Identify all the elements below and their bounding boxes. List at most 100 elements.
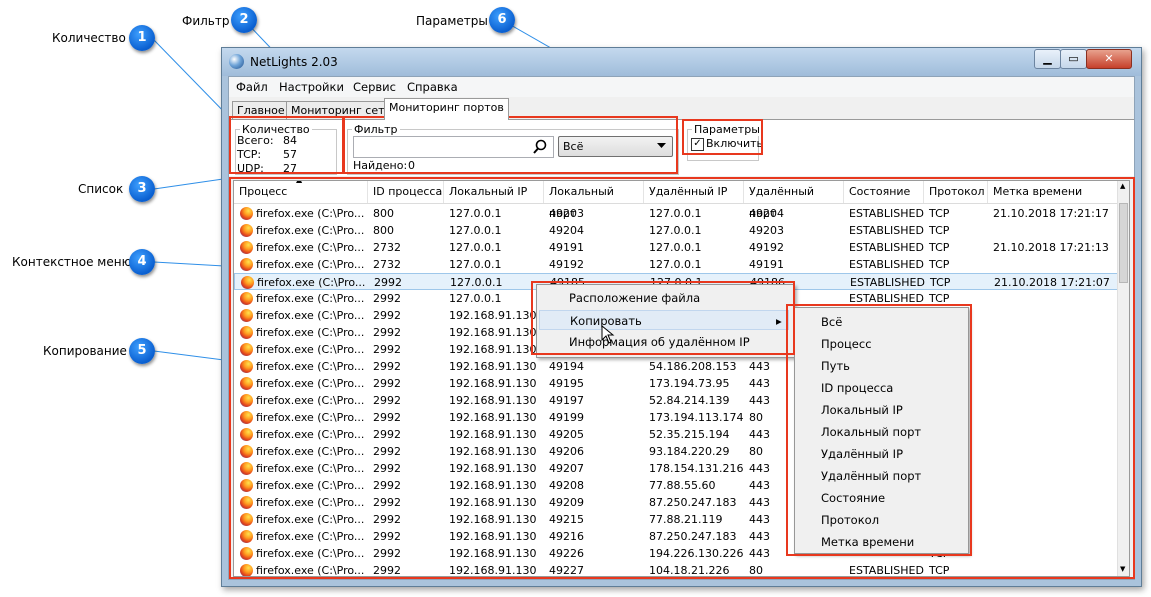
tab-panel: Количество Всего: 84 TCP: 57 UDP: 27 Фил… xyxy=(229,119,1134,176)
menu-item-remote-ip-info[interactable]: Информация об удалённом IP xyxy=(539,332,789,352)
table-cell: firefox.exe (C:\Pro... xyxy=(256,360,365,373)
table-row[interactable]: firefox.exe (C:\Pro... 2992 192.168.91.130… xyxy=(234,358,1118,375)
callout-badge-2: 2 xyxy=(231,7,257,33)
menu-file[interactable]: Файл xyxy=(236,80,268,94)
count-udp-value: 27 xyxy=(283,162,297,175)
table-row[interactable]: firefox.exe (C:\Pro... 2992 192.168.91.130… xyxy=(234,375,1118,392)
table-cell: 127.0.0.1 xyxy=(649,207,702,220)
column-header[interactable]: Метка времени xyxy=(988,181,1118,203)
tab-main[interactable]: Главное xyxy=(232,101,290,120)
column-header[interactable]: Протокол xyxy=(924,181,988,203)
table-cell: firefox.exe (C:\Pro... xyxy=(256,564,365,577)
table-cell xyxy=(988,392,1118,409)
table-cell: 2992 xyxy=(373,428,401,441)
table-cell: 49204 xyxy=(549,224,584,237)
table-cell: 2992 xyxy=(373,411,401,424)
table-row[interactable]: firefox.exe (C:\Pro... 2732 127.0.0.1 49191… xyxy=(234,239,1118,256)
filter-search-input[interactable] xyxy=(353,136,554,158)
filter-type-combo[interactable]: Всё xyxy=(558,136,673,157)
column-header[interactable]: Локальный IP xyxy=(444,181,544,203)
maximize-button[interactable]: ▭ xyxy=(1060,49,1087,69)
scroll-thumb[interactable] xyxy=(1119,203,1128,283)
tab-port-monitor[interactable]: Мониторинг портов xyxy=(384,98,509,120)
table-cell: ESTABLISHED xyxy=(849,224,924,237)
table-cell: 192.168.91.130 xyxy=(449,326,537,339)
table-cell: 49204 xyxy=(749,207,784,220)
callout-badge-1: 1 xyxy=(129,25,155,51)
submenu-item[interactable]: Всё xyxy=(797,312,962,332)
table-cell: 127.0.0.1 xyxy=(649,258,702,271)
table-cell: firefox.exe (C:\Pro... xyxy=(256,309,365,322)
table-cell: firefox.exe (C:\Pro... xyxy=(256,377,365,390)
search-icon[interactable] xyxy=(532,139,548,155)
minimize-button[interactable]: ▁ xyxy=(1034,49,1061,69)
table-cell xyxy=(988,426,1118,443)
table-row[interactable]: firefox.exe (C:\Pro... 2992 192.168.91.130… xyxy=(234,426,1118,443)
submenu-item[interactable]: Локальный IP xyxy=(797,400,962,420)
table-cell: firefox.exe (C:\Pro... xyxy=(256,496,365,509)
table-cell: ESTABLISHED xyxy=(849,292,924,305)
submenu-item[interactable]: ID процесса xyxy=(797,378,962,398)
table-row[interactable]: firefox.exe (C:\Pro... 2992 192.168.91.130… xyxy=(234,392,1118,409)
title-bar[interactable]: NetLights 2.03 ▁ ▭ ✕ xyxy=(222,48,1141,76)
column-header[interactable]: Локальный порт xyxy=(544,181,644,220)
table-cell: 2992 xyxy=(373,513,401,526)
table-cell: 192.168.91.130 xyxy=(449,462,537,475)
menu-help[interactable]: Справка xyxy=(407,80,458,94)
table-row[interactable]: firefox.exe (C:\Pro... 800 127.0.0.1 49204 1… xyxy=(234,222,1118,239)
table-row[interactable]: firefox.exe (C:\Pro... 2992 192.168.91.130… xyxy=(234,460,1118,477)
table-cell: firefox.exe (C:\Pro... xyxy=(256,258,365,271)
scroll-up-icon[interactable]: ▲ xyxy=(1120,182,1125,190)
table-row[interactable]: firefox.exe (C:\Pro... 2992 192.168.91.130… xyxy=(234,528,1118,545)
table-row[interactable]: firefox.exe (C:\Pro... 2992 192.168.91.130… xyxy=(234,443,1118,460)
table-cell: 49191 xyxy=(749,258,784,271)
table-row[interactable]: firefox.exe (C:\Pro... 2732 127.0.0.1 49192… xyxy=(234,256,1118,273)
enable-checkbox[interactable]: ✓ xyxy=(691,138,704,151)
table-cell: 87.250.247.183 xyxy=(649,530,737,543)
table-row[interactable]: firefox.exe (C:\Pro... 2992 192.168.91.130… xyxy=(234,562,1118,577)
table-cell: firefox.exe (C:\Pro... xyxy=(256,479,365,492)
table-row[interactable]: firefox.exe (C:\Pro... 2992 192.168.91.130… xyxy=(234,494,1118,511)
table-cell: 127.0.0.1 xyxy=(449,292,502,305)
table-cell: 2992 xyxy=(373,445,401,458)
menu-service[interactable]: Сервис xyxy=(353,80,396,94)
table-row[interactable]: firefox.exe (C:\Pro... 800 127.0.0.1 49203 1… xyxy=(234,205,1118,222)
column-header[interactable]: Процесс xyxy=(234,181,368,203)
column-header[interactable]: Удалённый порт xyxy=(744,181,844,220)
submenu-item[interactable]: Протокол xyxy=(797,510,962,530)
table-cell xyxy=(988,409,1118,426)
table-row[interactable]: firefox.exe (C:\Pro... 2992 192.168.91.130… xyxy=(234,545,1118,562)
table-cell: 21.10.2018 17:21:13 xyxy=(993,241,1109,254)
table-row[interactable]: firefox.exe (C:\Pro... 2992 192.168.91.130… xyxy=(234,477,1118,494)
column-header[interactable]: Удалённый IP xyxy=(644,181,744,203)
submenu-item[interactable]: Локальный порт xyxy=(797,422,962,442)
table-cell: 21.10.2018 17:21:07 xyxy=(994,276,1110,289)
scroll-down-icon[interactable]: ▼ xyxy=(1120,565,1125,573)
submenu-item[interactable]: Процесс xyxy=(797,334,962,354)
close-button[interactable]: ✕ xyxy=(1086,49,1132,69)
submenu-item[interactable]: Состояние xyxy=(797,488,962,508)
table-cell: 52.84.214.139 xyxy=(649,394,730,407)
vertical-scrollbar[interactable]: ▲ ▼ xyxy=(1117,181,1129,576)
enable-checkbox-label[interactable]: Включить xyxy=(706,137,763,150)
table-cell: 192.168.91.130 xyxy=(449,309,537,322)
table-cell xyxy=(988,358,1118,375)
table-row[interactable]: firefox.exe (C:\Pro... 2992 192.168.91.130… xyxy=(234,409,1118,426)
table-cell xyxy=(988,545,1118,562)
column-header[interactable]: ID процесса xyxy=(368,181,444,203)
menu-settings[interactable]: Настройки xyxy=(279,80,344,94)
table-cell xyxy=(988,341,1118,358)
menu-item-file-location[interactable]: Расположение файла xyxy=(539,288,789,308)
column-header[interactable]: Состояние xyxy=(844,181,924,203)
submenu-item[interactable]: Удалённый IP xyxy=(797,444,962,464)
table-cell: 127.0.0.1 xyxy=(649,224,702,237)
tab-network-monitor[interactable]: Мониторинг сети xyxy=(286,101,397,120)
submenu-item[interactable]: Путь xyxy=(797,356,962,376)
table-cell xyxy=(988,460,1118,477)
submenu-item[interactable]: Удалённый порт xyxy=(797,466,962,486)
table-cell: firefox.exe (C:\Pro... xyxy=(256,241,365,254)
submenu-item[interactable]: Метка времени xyxy=(797,532,962,552)
count-tcp-label: TCP: xyxy=(237,148,262,161)
table-row[interactable]: firefox.exe (C:\Pro... 2992 192.168.91.130… xyxy=(234,511,1118,528)
menu-item-copy[interactable]: Копировать ▸ xyxy=(539,310,789,330)
